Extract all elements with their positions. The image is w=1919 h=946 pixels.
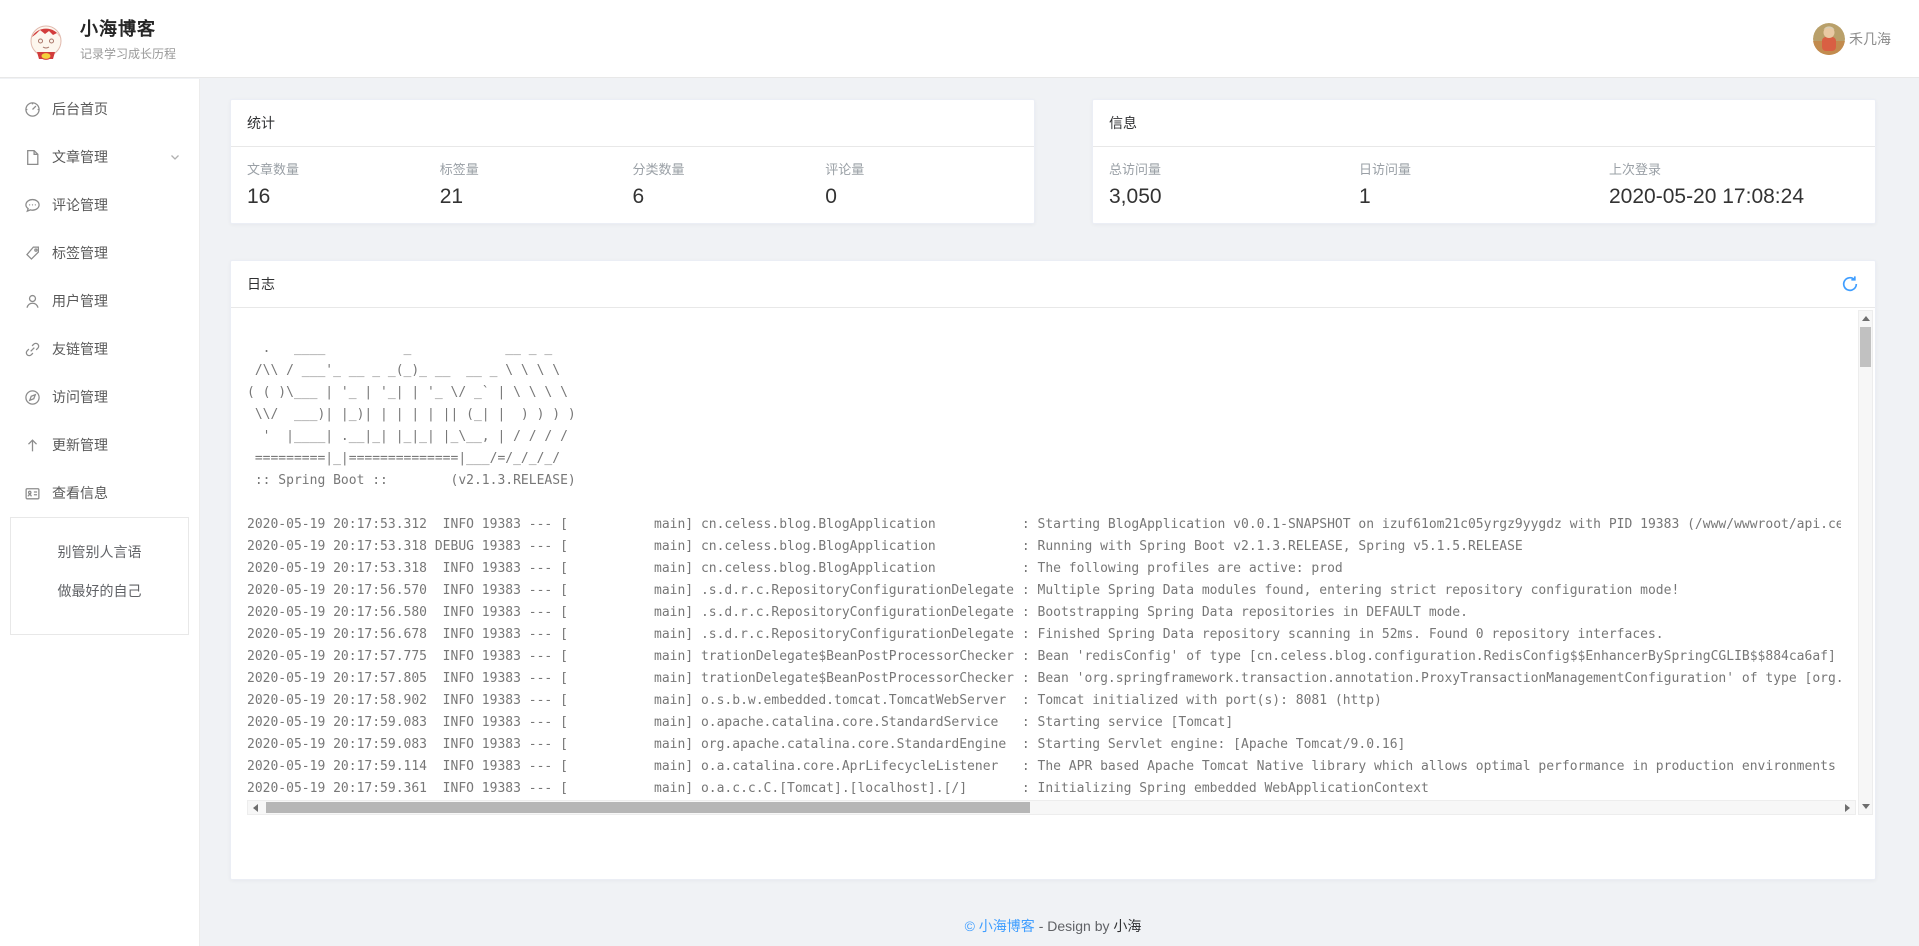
tag-icon [24, 245, 41, 262]
sidebar-item-update[interactable]: 更新管理 [0, 421, 199, 469]
compass-icon [24, 389, 41, 406]
stat-value: 21 [440, 185, 633, 209]
stat-label: 分类数量 [633, 159, 826, 178]
scroll-up-button[interactable] [1859, 312, 1872, 325]
stat-last-login: 上次登录 2020-05-20 17:08:24 [1609, 159, 1859, 209]
stat-value: 6 [633, 185, 826, 209]
scroll-left-button[interactable] [249, 801, 262, 814]
sidebar-item-label: 评论管理 [52, 195, 108, 215]
comment-icon [24, 197, 41, 214]
stat-label: 上次登录 [1609, 159, 1859, 178]
stat-daily-visits: 日访问量 1 [1359, 159, 1609, 209]
sidebar-item-articles[interactable]: 文章管理 [0, 133, 199, 181]
log-text: . ____ _ __ _ _ /\\ / ___'_ __ _ _(_)_ _… [247, 316, 1841, 800]
upload-arrow-icon [24, 437, 41, 454]
scroll-right-button[interactable] [1841, 801, 1854, 814]
sidebar-item-label: 友链管理 [52, 339, 108, 359]
horizontal-scrollbar[interactable] [247, 800, 1856, 815]
stat-tags: 标签量 21 [440, 159, 633, 209]
brand[interactable]: 小海博客 记录学习成长历程 [24, 15, 176, 62]
stat-comments: 评论量 0 [825, 159, 1018, 209]
motto-line-2: 做最好的自己 [11, 581, 188, 601]
motto-box: 别管别人言语 做最好的自己 [10, 517, 189, 635]
sidebar-item-label: 查看信息 [52, 483, 108, 503]
sidebar: 后台首页 文章管理 评论管理 标签管理 用户管理 友链管理 [0, 79, 200, 946]
refresh-icon[interactable] [1841, 275, 1859, 293]
top-header: 小海博客 记录学习成长历程 禾几海 [0, 0, 1919, 78]
site-title: 小海博客 [80, 15, 176, 41]
main-content: 统计 文章数量 16 标签量 21 分类数量 6 评论量 0 [201, 79, 1919, 946]
stats-card-title: 统计 [247, 113, 275, 133]
footer: © 小海博客 - Design by 小海 [230, 916, 1876, 936]
sidebar-item-links[interactable]: 友链管理 [0, 325, 199, 373]
user-avatar-icon[interactable] [1813, 23, 1845, 55]
vertical-scrollbar[interactable] [1858, 310, 1873, 815]
id-card-icon [24, 485, 41, 502]
user-icon [24, 293, 41, 310]
info-card-header: 信息 [1093, 100, 1875, 147]
sidebar-item-tags[interactable]: 标签管理 [0, 229, 199, 277]
log-card-header: 日志 [231, 261, 1875, 308]
sidebar-item-label: 文章管理 [52, 147, 108, 167]
sidebar-item-label: 访问管理 [52, 387, 108, 407]
stat-value: 0 [825, 185, 1018, 209]
stats-card: 统计 文章数量 16 标签量 21 分类数量 6 评论量 0 [230, 99, 1035, 224]
link-icon [24, 341, 41, 358]
triangle-up-icon [1862, 316, 1870, 321]
triangle-down-icon [1862, 804, 1870, 809]
triangle-right-icon [1845, 804, 1850, 812]
sidebar-item-label: 更新管理 [52, 435, 108, 455]
stat-value: 16 [247, 185, 440, 209]
info-card-title: 信息 [1109, 113, 1137, 133]
blog-logo-icon [24, 17, 68, 61]
stat-articles: 文章数量 16 [247, 159, 440, 209]
sidebar-item-label: 用户管理 [52, 291, 108, 311]
chevron-down-icon [169, 151, 181, 163]
site-subtitle: 记录学习成长历程 [80, 45, 176, 62]
stat-total-visits: 总访问量 3,050 [1109, 159, 1359, 209]
sidebar-item-users[interactable]: 用户管理 [0, 277, 199, 325]
vertical-scroll-thumb[interactable] [1860, 327, 1871, 367]
user-menu[interactable]: 禾几海 [1813, 23, 1891, 55]
sidebar-item-view-info[interactable]: 查看信息 [0, 469, 199, 517]
document-icon [24, 149, 41, 166]
stat-label: 标签量 [440, 159, 633, 178]
footer-author: 小海 [1113, 918, 1141, 934]
triangle-left-icon [253, 804, 258, 812]
footer-design-text: - Design by [1035, 918, 1114, 934]
horizontal-scroll-thumb[interactable] [266, 802, 1030, 813]
username: 禾几海 [1849, 29, 1891, 49]
sidebar-item-comments[interactable]: 评论管理 [0, 181, 199, 229]
footer-site-link[interactable]: © 小海博客 [965, 918, 1035, 934]
sidebar-item-visits[interactable]: 访问管理 [0, 373, 199, 421]
sidebar-item-label: 标签管理 [52, 243, 108, 263]
stats-card-header: 统计 [231, 100, 1034, 147]
stat-label: 评论量 [825, 159, 1018, 178]
info-card: 信息 总访问量 3,050 日访问量 1 上次登录 2020-05-20 17:… [1092, 99, 1876, 224]
scroll-down-button[interactable] [1859, 800, 1872, 813]
stat-value: 1 [1359, 185, 1609, 209]
dashboard-icon [24, 101, 41, 118]
sidebar-item-label: 后台首页 [52, 99, 108, 119]
sidebar-item-dashboard[interactable]: 后台首页 [0, 85, 199, 133]
stat-label: 总访问量 [1109, 159, 1359, 178]
motto-line-1: 别管别人言语 [11, 542, 188, 562]
stat-value: 3,050 [1109, 185, 1359, 209]
stat-label: 文章数量 [247, 159, 440, 178]
log-card: 日志 . ____ _ __ _ _ /\\ / ___'_ __ _ _(_)… [230, 260, 1876, 880]
log-viewport[interactable]: . ____ _ __ _ _ /\\ / ___'_ __ _ _(_)_ _… [231, 308, 1875, 881]
log-card-title: 日志 [247, 274, 275, 294]
stat-value: 2020-05-20 17:08:24 [1609, 185, 1859, 209]
stat-label: 日访问量 [1359, 159, 1609, 178]
stat-categories: 分类数量 6 [633, 159, 826, 209]
